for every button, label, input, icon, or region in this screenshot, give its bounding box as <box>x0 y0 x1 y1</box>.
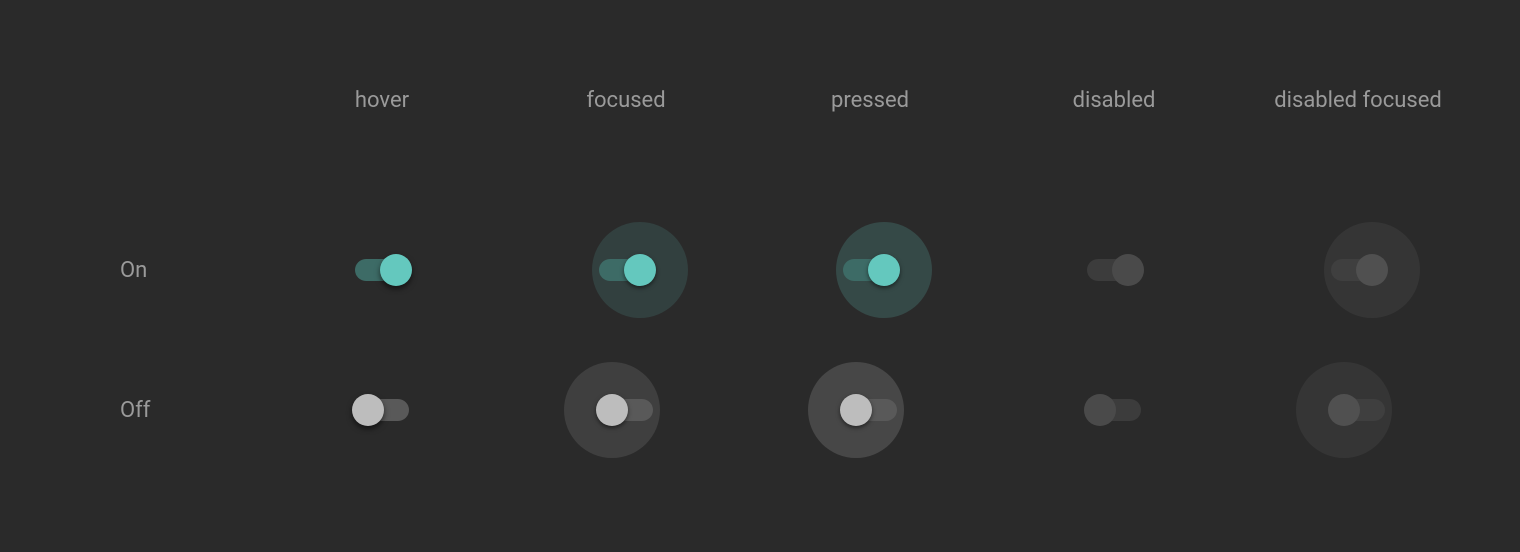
switch-on-focused[interactable] <box>596 254 656 286</box>
column-header-disabled-focused: disabled focused <box>1274 88 1442 113</box>
switch-thumb <box>1084 394 1116 426</box>
switch-on-disabled-focused <box>1328 254 1388 286</box>
column-header-focused: focused <box>586 88 665 113</box>
switch-thumb <box>840 394 872 426</box>
switch-on-disabled <box>1084 254 1144 286</box>
switch-off-disabled-focused <box>1328 394 1388 426</box>
column-header-disabled: disabled <box>1073 88 1156 113</box>
switch-thumb <box>380 254 412 286</box>
switch-thumb <box>1112 254 1144 286</box>
column-header-pressed: pressed <box>831 88 909 113</box>
row-header-off: Off <box>40 398 150 423</box>
row-header-on: On <box>40 258 147 283</box>
switch-off-disabled <box>1084 394 1144 426</box>
column-header-hover: hover <box>355 88 409 113</box>
switch-off-hover[interactable] <box>352 394 412 426</box>
switch-on-pressed[interactable] <box>840 254 900 286</box>
switch-thumb <box>352 394 384 426</box>
switch-off-pressed[interactable] <box>840 394 900 426</box>
switch-thumb <box>624 254 656 286</box>
switch-off-focused[interactable] <box>596 394 656 426</box>
switch-thumb <box>596 394 628 426</box>
switch-states-grid: hover focused pressed disabled disabled … <box>0 0 1520 552</box>
switch-thumb <box>868 254 900 286</box>
switch-thumb <box>1356 254 1388 286</box>
switch-on-hover[interactable] <box>352 254 412 286</box>
switch-thumb <box>1328 394 1360 426</box>
